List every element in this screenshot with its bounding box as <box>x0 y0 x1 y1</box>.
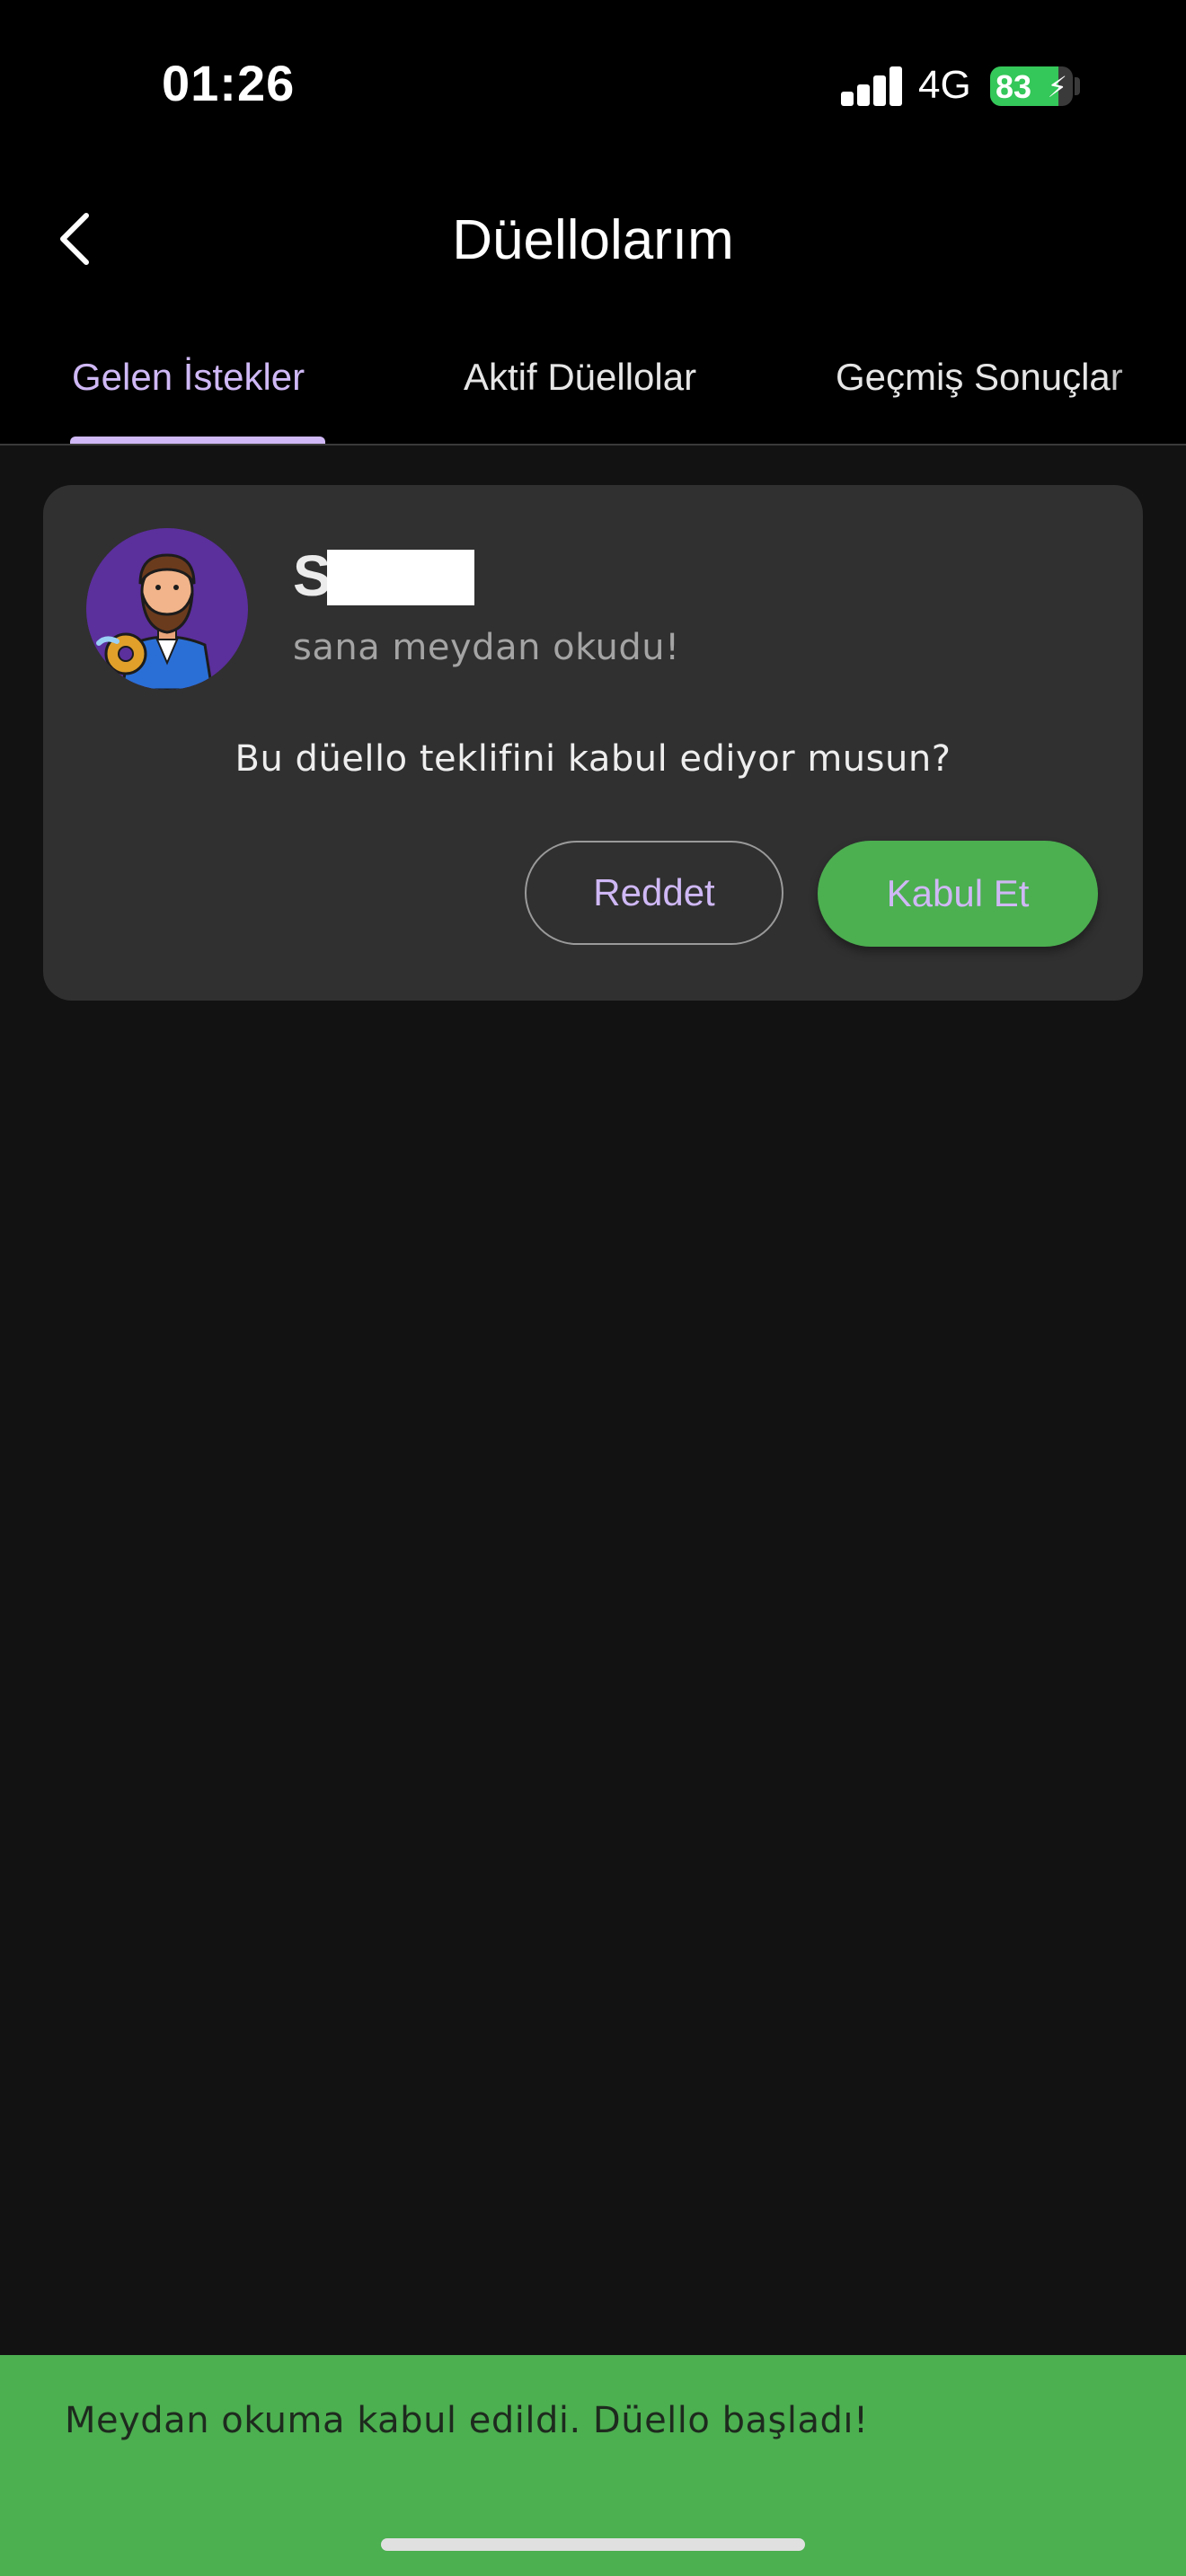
charging-bolt-icon: ⚡ <box>1047 70 1067 104</box>
redaction-mask <box>327 550 474 605</box>
reject-button[interactable]: Reddet <box>525 841 783 945</box>
app-bar: Düellolarım <box>0 171 1186 323</box>
home-indicator[interactable] <box>381 2538 805 2551</box>
snackbar: Meydan okuma kabul edildi. Düello başlad… <box>0 2355 1186 2576</box>
battery-cap <box>1075 77 1080 95</box>
status-bar: 01:26 4G 83 ⚡ <box>0 0 1186 171</box>
accept-question: Bu düello teklifini kabul ediyor musun? <box>235 738 951 780</box>
status-time: 01:26 <box>162 55 296 111</box>
avatar <box>86 528 248 690</box>
active-tab-indicator <box>70 437 325 444</box>
tab-active-duels[interactable]: Aktif Düellolar <box>464 356 696 399</box>
battery-icon: 83 ⚡ <box>990 66 1073 106</box>
battery-level: 83 <box>996 68 1032 105</box>
signal-strength-icon <box>841 66 902 106</box>
duel-request-card: Sk sana meydan okudu! Bu düello teklifin… <box>43 485 1143 1001</box>
page-title: Düellolarım <box>452 209 734 271</box>
tab-past-results[interactable]: Geçmiş Sonuçlar <box>836 356 1123 399</box>
bearded-man-avatar-icon <box>86 528 248 690</box>
tab-bar: Gelen İstekler Aktif Düellolar Geçmiş So… <box>0 323 1186 446</box>
accept-button[interactable]: Kabul Et <box>818 841 1098 947</box>
challenge-subtitle: sana meydan okudu! <box>293 627 680 668</box>
tab-overflow-fade <box>1105 323 1186 442</box>
tab-incoming-requests[interactable]: Gelen İstekler <box>72 356 305 399</box>
snackbar-message: Meydan okuma kabul edildi. Düello başlad… <box>65 2400 869 2441</box>
network-type: 4G <box>918 63 971 107</box>
